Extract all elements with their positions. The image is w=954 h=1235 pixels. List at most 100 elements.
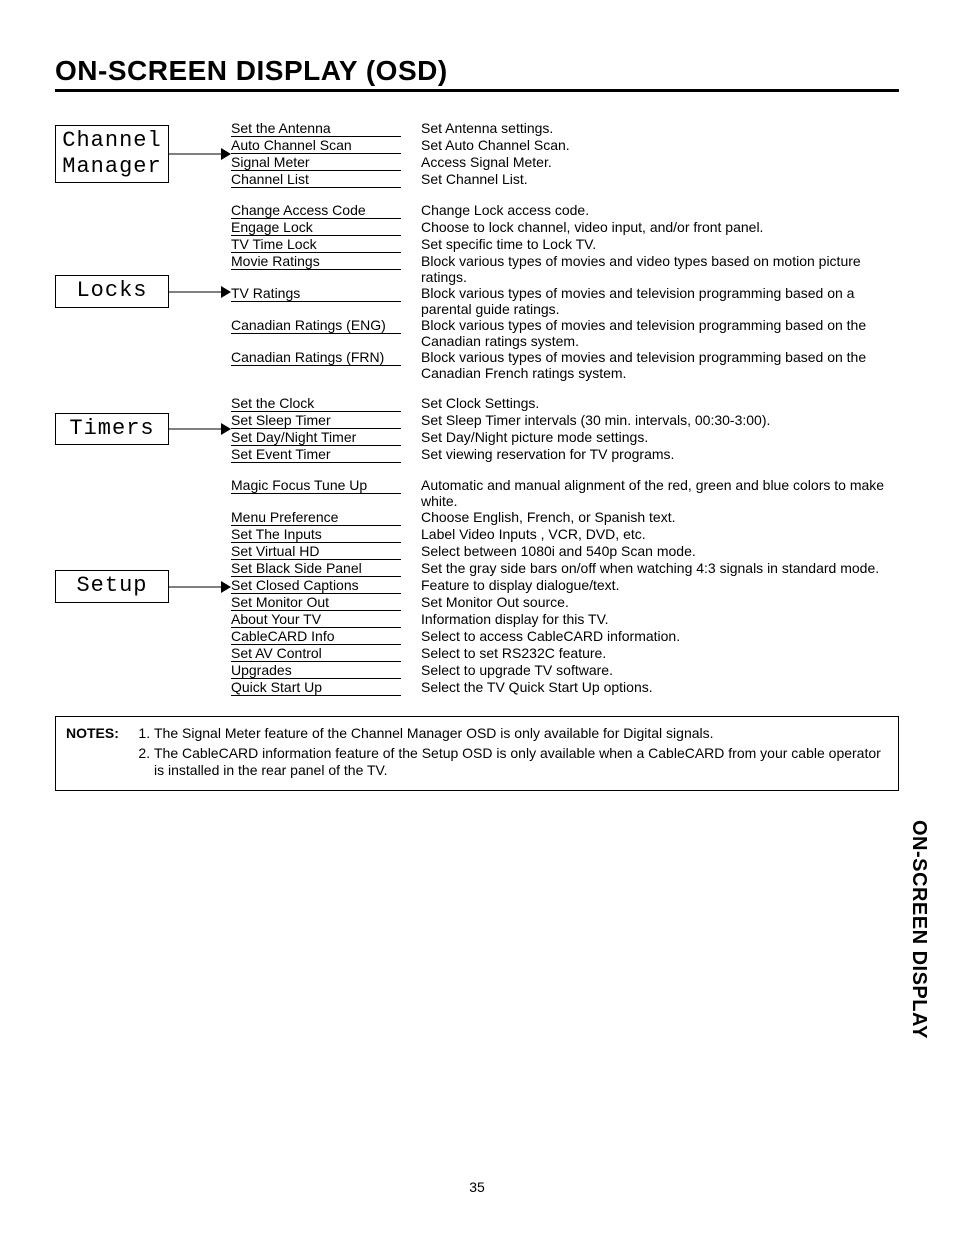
menu-item-desc: Feature to display dialogue/text. bbox=[401, 577, 899, 593]
menu-item-desc: Set Sleep Timer intervals (30 min. inter… bbox=[401, 412, 899, 428]
menu-item-row: Set Black Side PanelSet the gray side ba… bbox=[231, 560, 899, 577]
menu-item-label: Canadian Ratings (FRN) bbox=[231, 349, 401, 366]
notes-item: The CableCARD information feature of the… bbox=[154, 745, 888, 780]
menu-item-label: Magic Focus Tune Up bbox=[231, 477, 401, 494]
menu-item-desc: Set Clock Settings. bbox=[401, 395, 899, 411]
menu-item-row: Canadian Ratings (ENG)Block various type… bbox=[231, 317, 899, 349]
menu-item-desc: Block various types of movies and televi… bbox=[401, 317, 899, 349]
menu-category-label: Setup bbox=[76, 573, 147, 599]
menu-item-desc: Set Channel List. bbox=[401, 171, 899, 187]
menu-section: TimersSet the ClockSet Clock Settings.Se… bbox=[55, 395, 899, 463]
menu-item-desc: Select to upgrade TV software. bbox=[401, 662, 899, 678]
page-number: 35 bbox=[0, 1179, 954, 1195]
menu-item-desc: Select to access CableCARD information. bbox=[401, 628, 899, 644]
menu-item-row: Menu PreferenceChoose English, French, o… bbox=[231, 509, 899, 526]
menu-category-box: Locks bbox=[55, 275, 169, 307]
notes-box: NOTES: The Signal Meter feature of the C… bbox=[55, 716, 899, 791]
menu-rows: Magic Focus Tune UpAutomatic and manual … bbox=[231, 477, 899, 696]
menu-item-row: Canadian Ratings (FRN)Block various type… bbox=[231, 349, 899, 381]
menu-item-label: Set Closed Captions bbox=[231, 577, 401, 594]
menu-item-desc: Block various types of movies and televi… bbox=[401, 285, 899, 317]
menu-category-box: Setup bbox=[55, 570, 169, 602]
menu-category-label: Locks bbox=[76, 278, 147, 304]
menu-item-row: Engage LockChoose to lock channel, video… bbox=[231, 219, 899, 236]
menu-item-label: Signal Meter bbox=[231, 154, 401, 171]
menu-item-row: Movie RatingsBlock various types of movi… bbox=[231, 253, 899, 285]
menu-item-label: Set AV Control bbox=[231, 645, 401, 662]
menu-section: ChannelManager Set the AntennaSet Antenna… bbox=[55, 120, 899, 188]
menu-item-desc: Change Lock access code. bbox=[401, 202, 899, 218]
menu-item-desc: Set Day/Night picture mode settings. bbox=[401, 429, 899, 445]
menu-category-label: Channel bbox=[62, 128, 161, 154]
menu-item-row: Auto Channel ScanSet Auto Channel Scan. bbox=[231, 137, 899, 154]
menu-item-desc: Block various types of movies and video … bbox=[401, 253, 899, 285]
menu-item-label: Change Access Code bbox=[231, 202, 401, 219]
menu-section: Locks Change Access CodeChange Lock acces… bbox=[55, 202, 899, 381]
arrow-right-icon bbox=[169, 419, 231, 439]
menu-item-desc: Set Monitor Out source. bbox=[401, 594, 899, 610]
menu-category-label: Timers bbox=[69, 416, 154, 442]
menu-item-label: TV Time Lock bbox=[231, 236, 401, 253]
arrow-cell bbox=[169, 144, 231, 164]
arrow-cell bbox=[169, 419, 231, 439]
menu-item-row: Set the ClockSet Clock Settings. bbox=[231, 395, 899, 412]
menu-item-label: Set Monitor Out bbox=[231, 594, 401, 611]
menu-item-desc: Information display for this TV. bbox=[401, 611, 899, 627]
notes-label: NOTES: bbox=[66, 725, 126, 782]
menu-item-label: Upgrades bbox=[231, 662, 401, 679]
menu-item-label: About Your TV bbox=[231, 611, 401, 628]
arrow-right-icon bbox=[169, 144, 231, 164]
menu-item-row: Channel ListSet Channel List. bbox=[231, 171, 899, 188]
menu-rows: Change Access CodeChange Lock access cod… bbox=[231, 202, 899, 381]
menu-item-desc: Automatic and manual alignment of the re… bbox=[401, 477, 899, 509]
menu-item-label: Set Day/Night Timer bbox=[231, 429, 401, 446]
menu-item-desc: Select to set RS232C feature. bbox=[401, 645, 899, 661]
menu-item-row: UpgradesSelect to upgrade TV software. bbox=[231, 662, 899, 679]
menu-rows: Set the ClockSet Clock Settings.Set Slee… bbox=[231, 395, 899, 463]
menu-item-desc: Label Video Inputs , VCR, DVD, etc. bbox=[401, 526, 899, 542]
menu-item-row: Set Sleep TimerSet Sleep Timer intervals… bbox=[231, 412, 899, 429]
menu-item-label: Set Sleep Timer bbox=[231, 412, 401, 429]
menu-item-row: Set Event TimerSet viewing reservation f… bbox=[231, 446, 899, 463]
menu-item-desc: Set Antenna settings. bbox=[401, 120, 899, 136]
menu-category-label: Manager bbox=[62, 154, 161, 180]
menu-item-desc: Set the gray side bars on/off when watch… bbox=[401, 560, 899, 576]
menu-item-label: Movie Ratings bbox=[231, 253, 401, 270]
menu-item-label: Set the Clock bbox=[231, 395, 401, 412]
menu-item-row: About Your TVInformation display for thi… bbox=[231, 611, 899, 628]
menu-item-label: Set the Antenna bbox=[231, 120, 401, 137]
arrow-right-icon bbox=[169, 577, 231, 597]
menu-item-row: Set Monitor OutSet Monitor Out source. bbox=[231, 594, 899, 611]
menu-item-label: TV Ratings bbox=[231, 285, 401, 302]
menu-item-desc: Select between 1080i and 540p Scan mode. bbox=[401, 543, 899, 559]
menu-item-label: Set The Inputs bbox=[231, 526, 401, 543]
menu-item-desc: Set viewing reservation for TV programs. bbox=[401, 446, 899, 462]
notes-list: The Signal Meter feature of the Channel … bbox=[136, 725, 888, 782]
menu-item-row: Set Virtual HDSelect between 1080i and 5… bbox=[231, 543, 899, 560]
side-tab: ON-SCREEN DISPLAY bbox=[907, 820, 930, 1039]
notes-item: The Signal Meter feature of the Channel … bbox=[154, 725, 888, 743]
page: ON-SCREEN DISPLAY (OSD) ChannelManager Se… bbox=[0, 0, 954, 1235]
menu-item-row: Set Day/Night TimerSet Day/Night picture… bbox=[231, 429, 899, 446]
menu-item-row: Set AV ControlSelect to set RS232C featu… bbox=[231, 645, 899, 662]
menu-item-label: Auto Channel Scan bbox=[231, 137, 401, 154]
menu-item-desc: Access Signal Meter. bbox=[401, 154, 899, 170]
menu-item-row: Quick Start UpSelect the TV Quick Start … bbox=[231, 679, 899, 696]
menu-item-row: Set The InputsLabel Video Inputs , VCR, … bbox=[231, 526, 899, 543]
menu-item-row: Set Closed CaptionsFeature to display di… bbox=[231, 577, 899, 594]
menu-category-box: ChannelManager bbox=[55, 125, 169, 184]
arrow-cell bbox=[169, 577, 231, 597]
menu-item-label: Set Black Side Panel bbox=[231, 560, 401, 577]
menu-rows: Set the AntennaSet Antenna settings.Auto… bbox=[231, 120, 899, 188]
menu-item-row: CableCARD InfoSelect to access CableCARD… bbox=[231, 628, 899, 645]
arrow-cell bbox=[169, 282, 231, 302]
menu-item-label: CableCARD Info bbox=[231, 628, 401, 645]
menu-item-desc: Block various types of movies and televi… bbox=[401, 349, 899, 381]
menu-item-label: Canadian Ratings (ENG) bbox=[231, 317, 401, 334]
arrow-right-icon bbox=[169, 282, 231, 302]
page-title: ON-SCREEN DISPLAY (OSD) bbox=[55, 55, 899, 92]
menu-item-row: TV Time LockSet specific time to Lock TV… bbox=[231, 236, 899, 253]
menu-item-desc: Select the TV Quick Start Up options. bbox=[401, 679, 899, 695]
menu-item-desc: Choose English, French, or Spanish text. bbox=[401, 509, 899, 525]
menu-item-label: Engage Lock bbox=[231, 219, 401, 236]
